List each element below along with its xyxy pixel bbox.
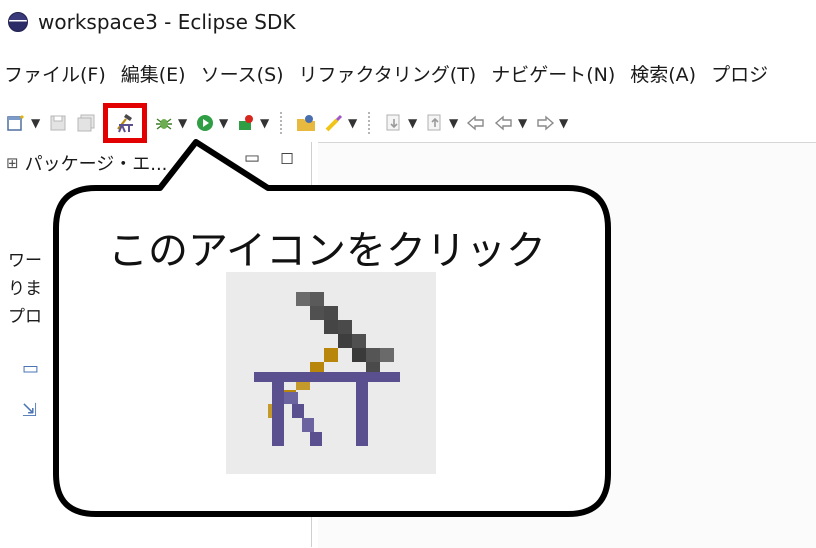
main-toolbar: ▼ ▼ ▼ ▼ ▼ ▼ ▼ ▼ ▼ xyxy=(0,103,816,143)
package-explorer-icon: ⊞ xyxy=(6,154,19,172)
external-tools-icon[interactable] xyxy=(235,112,257,134)
menu-refactor[interactable]: リファクタリング(T) xyxy=(299,60,477,87)
title-bar: workspace3 - Eclipse SDK xyxy=(0,0,816,44)
package-explorer-tab-label: パッケージ・エ... xyxy=(24,154,168,175)
ant-build-icon-enlarged xyxy=(226,272,436,474)
run-dropdown-icon[interactable]: ▼ xyxy=(219,116,229,130)
menu-navigate[interactable]: ナビゲート(N) xyxy=(491,60,615,87)
new-wizard-icon[interactable] xyxy=(6,112,28,134)
minimize-view-icon[interactable]: ▭ xyxy=(244,148,260,168)
run-icon[interactable] xyxy=(194,112,216,134)
toolbar-separator-2 xyxy=(368,112,371,134)
menu-bar: ファイル(F) 編集(E) ソース(S) リファクタリング(T) ナビゲート(N… xyxy=(0,56,816,90)
window-title: workspace3 - Eclipse SDK xyxy=(38,10,296,34)
menu-source[interactable]: ソース(S) xyxy=(201,60,284,87)
search-dropdown-icon[interactable]: ▼ xyxy=(348,116,358,130)
new-dropdown-icon[interactable]: ▼ xyxy=(31,116,41,130)
debug-icon[interactable] xyxy=(153,112,175,134)
import-project-icon[interactable]: ⇲ xyxy=(22,400,37,421)
maximize-view-icon[interactable]: ◻ xyxy=(280,148,294,168)
welcome-text-line-2: りま xyxy=(8,279,42,299)
prev-annotation-icon[interactable] xyxy=(424,112,446,134)
save-icon[interactable] xyxy=(47,112,69,134)
menu-edit[interactable]: 編集(E) xyxy=(121,60,186,87)
forward-dropdown-icon[interactable]: ▼ xyxy=(559,116,569,130)
ant-build-icon xyxy=(254,292,400,446)
save-all-icon[interactable] xyxy=(75,112,97,134)
callout-text: このアイコンをクリック xyxy=(108,228,546,274)
forward-icon[interactable] xyxy=(534,112,556,134)
back-dropdown-icon[interactable]: ▼ xyxy=(518,116,528,130)
menu-project[interactable]: プロジ xyxy=(711,60,768,87)
eclipse-icon xyxy=(8,12,28,32)
next-annotation-dropdown-icon[interactable]: ▼ xyxy=(408,116,418,130)
debug-dropdown-icon[interactable]: ▼ xyxy=(178,116,188,130)
menu-file[interactable]: ファイル(F) xyxy=(4,60,106,87)
search-icon[interactable] xyxy=(323,112,345,134)
last-edit-icon[interactable] xyxy=(465,112,487,134)
welcome-text-line-3: プロ xyxy=(8,307,42,327)
menu-search[interactable]: 検索(A) xyxy=(630,60,696,87)
ant-build-icon[interactable] xyxy=(103,103,147,143)
external-tools-dropdown-icon[interactable]: ▼ xyxy=(260,116,270,130)
open-type-icon[interactable] xyxy=(295,112,317,134)
package-explorer-tab[interactable]: ⊞ パッケージ・エ... xyxy=(0,146,167,180)
next-annotation-icon[interactable] xyxy=(383,112,405,134)
toolbar-separator xyxy=(280,112,283,134)
back-icon[interactable] xyxy=(493,112,515,134)
prev-annotation-dropdown-icon[interactable]: ▼ xyxy=(449,116,459,130)
welcome-text-line-1: ワー xyxy=(8,251,42,271)
create-project-icon[interactable]: ▭ xyxy=(22,358,39,379)
